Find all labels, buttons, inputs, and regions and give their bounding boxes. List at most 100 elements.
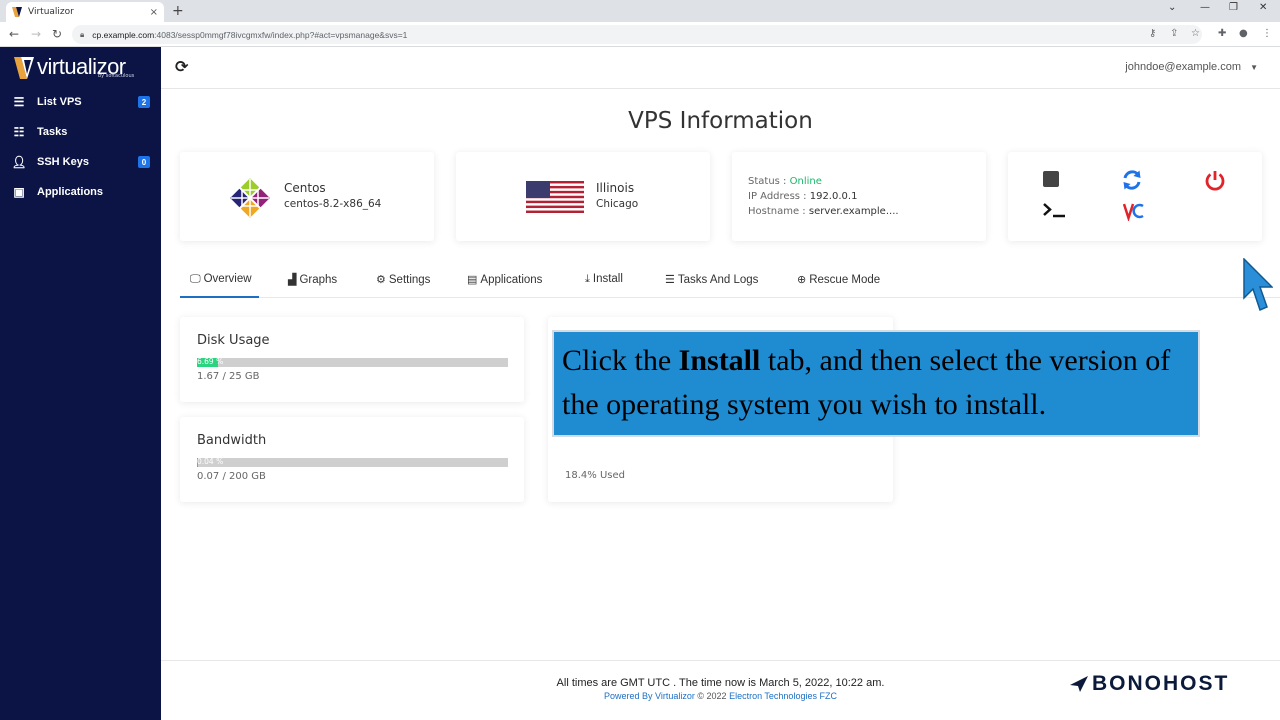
url-host: cp.example.com	[92, 29, 155, 40]
restart-button[interactable]	[1121, 169, 1143, 196]
back-icon[interactable]: ←	[9, 27, 19, 41]
bandwidth-text: 0.07 / 200 GB	[197, 471, 266, 482]
ip-value: 192.0.0.1	[809, 191, 858, 202]
disk-usage-text: 1.67 / 25 GB	[197, 371, 260, 382]
tab-label: Rescue Mode	[809, 274, 881, 286]
menu-dots-icon[interactable]: ⋮	[1262, 28, 1272, 39]
disk-usage-card: Disk Usage 6.69 % 1.67 / 25 GB	[180, 317, 524, 402]
ip-row: IP Address : 192.0.0.1	[748, 189, 899, 204]
vnc-button[interactable]	[1122, 201, 1145, 226]
virtualizor-favicon-icon	[12, 7, 22, 17]
watermark-text: BONOHOST	[1092, 672, 1230, 695]
download-icon: ⤓	[585, 273, 590, 285]
tab-overview[interactable]: 🖵︎ Overview	[180, 273, 259, 298]
company-link[interactable]: Electron Technologies FZC	[729, 691, 837, 701]
close-window-icon[interactable]: ✕	[1259, 2, 1267, 13]
top-bar: ⟳ johndoe@example.com ▼	[161, 47, 1280, 89]
virtualizor-logo-icon	[14, 57, 34, 79]
monitor-icon: 🖵︎	[190, 273, 201, 285]
bandwidth-title: Bandwidth	[197, 433, 267, 448]
tab-graphs[interactable]: ▟ Graphs	[288, 273, 337, 286]
console-button[interactable]	[1042, 201, 1066, 224]
minimize-icon[interactable]: —	[1200, 2, 1210, 13]
refresh-icon[interactable]: ⟳	[175, 57, 188, 76]
location-city: Chicago	[596, 198, 639, 210]
server-icon: ☰	[13, 95, 25, 109]
box-icon: ▣	[13, 185, 25, 199]
user-key-icon: 👤︎	[11, 155, 27, 169]
user-menu[interactable]: johndoe@example.com ▼	[1125, 61, 1258, 73]
status-badge: Online	[789, 176, 822, 187]
sidebar-item-applications[interactable]: ▣ Applications	[0, 177, 161, 207]
reload-icon[interactable]: ↻	[52, 27, 62, 41]
tab-label: Tasks And Logs	[677, 274, 759, 286]
copyright-text: © 2022	[694, 691, 730, 701]
hostname-row: Hostname : server.example....	[748, 204, 899, 219]
stop-icon	[1043, 171, 1059, 187]
mouse-cursor-icon	[1243, 257, 1274, 318]
tab-install[interactable]: ⤓ Install	[585, 273, 623, 286]
powered-by-link[interactable]: Powered By Virtualizor	[604, 691, 695, 701]
restart-icon	[1123, 170, 1141, 190]
os-version: centos-8.2-x86_64	[284, 198, 382, 210]
instruction-caption: Click the Install tab, and then select t…	[552, 330, 1200, 437]
caret-down-icon: ▼	[1250, 63, 1258, 72]
sidebar: virtualizor by softaculous ☰ List VPS 2 …	[0, 47, 161, 720]
chart-icon: ▟	[288, 274, 297, 286]
tab-search-icon[interactable]: ⌄	[1168, 2, 1176, 13]
share-icon[interactable]: ⇪	[1170, 28, 1178, 39]
key-icon[interactable]: ⚷	[1149, 28, 1156, 39]
tab-rescue-mode[interactable]: ⊕ Rescue Mode	[797, 273, 880, 286]
tab-applications[interactable]: ▤ Applications	[467, 273, 542, 286]
new-tab-button[interactable]: +	[172, 3, 184, 19]
tasks-icon: ☷	[13, 125, 25, 139]
tab-label: Settings	[388, 274, 431, 286]
browser-tab[interactable]: Virtualizor ×	[6, 2, 164, 22]
caption-bold: Install	[678, 344, 761, 377]
vnc-icon	[1122, 203, 1144, 223]
hostname-value: server.example....	[808, 206, 899, 217]
bandwidth-percent: 0.04 %	[197, 457, 224, 466]
power-off-button[interactable]	[1204, 169, 1226, 196]
ram-usage-text: 18.4% Used	[565, 470, 625, 481]
location-region: Illinois	[596, 181, 635, 195]
sidebar-item-label: List VPS	[37, 96, 82, 108]
tab-label: Graphs	[299, 274, 338, 286]
page-title: VPS Information	[628, 108, 813, 134]
browser-tab-title: Virtualizor	[28, 7, 74, 17]
location-card: Illinois Chicago	[456, 152, 710, 241]
sidebar-item-label: Tasks	[37, 126, 68, 138]
stop-button[interactable]	[1042, 170, 1060, 193]
tab-label: Install	[592, 273, 623, 285]
tab-settings[interactable]: ⚙ Settings	[376, 273, 430, 286]
controls-card	[1008, 152, 1262, 241]
restore-icon[interactable]: ❐	[1229, 2, 1238, 13]
profile-icon[interactable]: ●	[1239, 28, 1248, 39]
sidebar-item-list-vps[interactable]: ☰ List VPS 2	[0, 87, 161, 117]
logo-subtext: by softaculous	[98, 73, 135, 79]
close-tab-icon[interactable]: ×	[150, 7, 158, 18]
url-path: :4083/sessp0mmgf78ivcgmxfw/index.php?#ac…	[154, 29, 408, 40]
address-bar: ← → ↻ 🔒︎ cp.example.com:4083/sessp0mmgf7…	[0, 22, 1280, 47]
tab-label: Overview	[203, 273, 252, 285]
user-email: johndoe@example.com	[1125, 61, 1242, 73]
disk-usage-bar: 6.69 %	[197, 357, 508, 367]
ssh-count-badge: 0	[138, 156, 150, 168]
sidebar-item-ssh-keys[interactable]: 👤︎ SSH Keys 0	[0, 147, 161, 177]
disk-usage-percent: 6.69 %	[197, 357, 224, 366]
sidebar-item-tasks[interactable]: ☷ Tasks	[0, 117, 161, 147]
hostname-label: Hostname :	[748, 206, 806, 217]
star-icon[interactable]: ☆	[1191, 28, 1200, 39]
extensions-icon[interactable]: ✚	[1218, 28, 1226, 39]
forward-icon[interactable]: →	[31, 27, 41, 41]
url-input[interactable]: 🔒︎ cp.example.com:4083/sessp0mmgf78ivcgm…	[72, 25, 1202, 44]
lock-icon: 🔒︎	[80, 29, 85, 39]
status-label: Status :	[748, 176, 787, 187]
ip-label: IP Address :	[748, 191, 807, 202]
list-icon: ☰	[665, 274, 675, 286]
os-card: Centos centos-8.2-x86_64	[180, 152, 434, 241]
bonohost-watermark: BONOHOST	[1070, 672, 1229, 696]
status-row: Status : Online	[748, 174, 899, 189]
tab-tasks-and-logs[interactable]: ☰ Tasks And Logs	[665, 273, 758, 286]
tab-label: Applications	[480, 274, 543, 286]
